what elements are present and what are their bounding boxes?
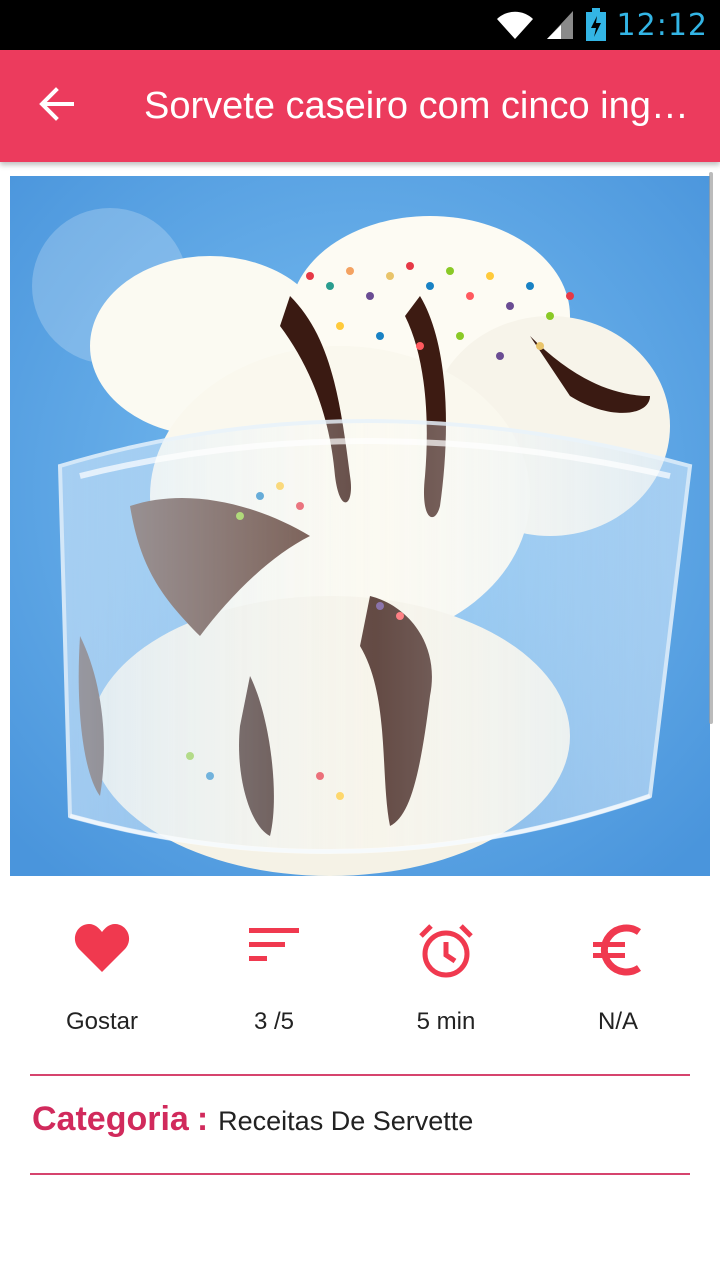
scrollbar[interactable] [709,172,713,724]
divider [30,1173,690,1175]
euro-icon [591,922,645,983]
divider [30,1074,690,1076]
cost-label: N/A [597,1008,638,1035]
recipe-stats: Gostar 3 /5 5 min N/A [0,900,720,1050]
like-label: Gostar [65,1008,139,1035]
back-button[interactable] [28,80,84,132]
page-title: Sorvete caseiro com cinco ingredientes [144,85,696,127]
difficulty-icon [247,922,301,971]
cost-stat: N/A [532,900,704,1050]
time-label: 5 min [416,1008,476,1035]
category-colon: : [196,1100,209,1138]
status-icons: 12:12 [495,0,708,50]
recipe-image [10,176,710,876]
status-time: 12:12 [616,7,708,43]
like-stat[interactable]: Gostar [16,900,188,1050]
category-row: Categoria : Receitas De Servette [32,1100,473,1150]
alarm-clock-icon [417,922,475,985]
battery-charging-icon [585,8,607,42]
time-stat: 5 min [360,900,532,1050]
heart-icon [74,922,130,979]
ice-cream-illustration [10,176,710,876]
signal-icon [545,9,575,41]
difficulty-stat: 3 /5 [188,900,360,1050]
arrow-back-icon [38,86,74,127]
status-bar: 12:12 [0,0,720,50]
category-value: Receitas De Servette [218,1106,474,1136]
app-bar: Sorvete caseiro com cinco ingredientes [0,50,720,162]
category-label: Categoria [32,1100,189,1138]
wifi-icon [495,9,535,41]
difficulty-label: 3 /5 [253,1008,295,1035]
